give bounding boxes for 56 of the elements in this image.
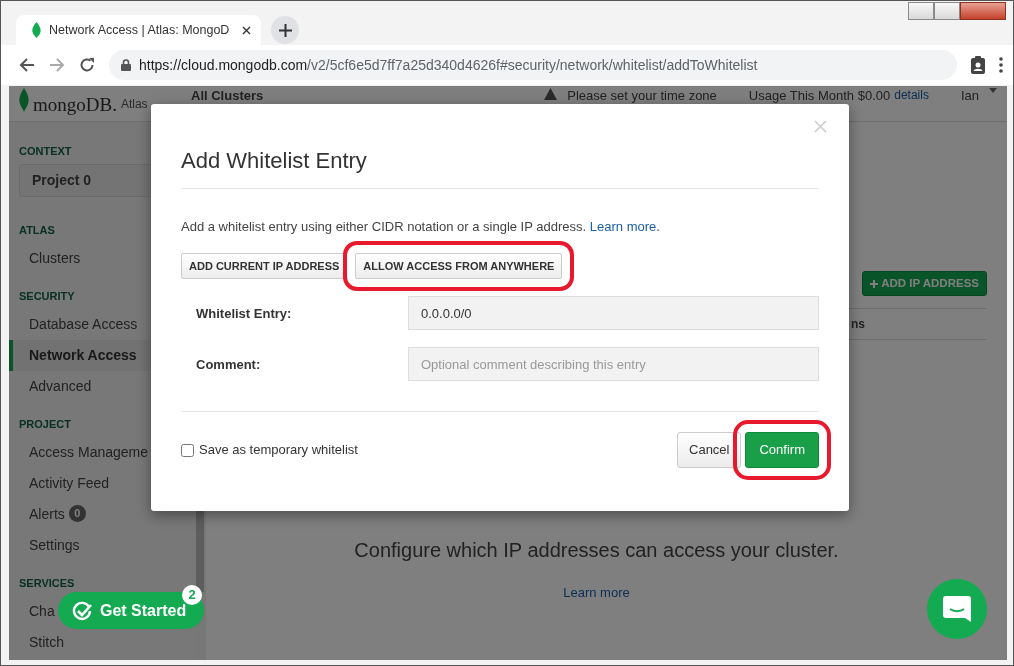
usage-text: Usage This Month $0.00 (748, 88, 891, 103)
leaf-icon (32, 22, 41, 38)
forward-icon[interactable] (49, 57, 65, 73)
nav-link[interactable]: All Clusters (191, 88, 264, 103)
sidebar-item[interactable]: Advanced (9, 371, 92, 402)
tab-title: Network Access | Atlas: MongoD (49, 21, 231, 39)
input-field[interactable]: Optional comment describing this entry (408, 347, 819, 382)
minimize-button[interactable] (908, 2, 934, 20)
checkbox-label: Save as temporary whitelist (199, 441, 358, 460)
cancel-button[interactable]: Cancel (677, 432, 742, 468)
sidebar-item[interactable]: Stitch (9, 627, 64, 658)
sidebar-item[interactable]: Clusters (9, 243, 81, 274)
reload-icon[interactable] (79, 57, 95, 73)
leaf-icon (19, 88, 29, 112)
section-heading: PROJECT (18, 418, 72, 431)
caret-icon (989, 88, 997, 93)
section-heading: ATLAS (18, 224, 56, 237)
warning-text[interactable]: Please set your time zone (567, 88, 717, 103)
description-text: Add a whitelist entry using either CIDR notation or a single IP address. Learn more. (181, 218, 661, 237)
column-header: ns (851, 317, 865, 332)
maximize-button[interactable] (934, 2, 960, 20)
new-tab-button[interactable] (271, 16, 299, 44)
user-menu[interactable]: Ian (960, 88, 979, 103)
add-ip-button[interactable]: ADD IP ADDRESS (862, 271, 987, 297)
browser-tab[interactable]: Network Access | Atlas: MongoD (16, 15, 261, 45)
section-heading: SERVICES (18, 577, 76, 590)
clipboard-icon[interactable] (971, 56, 985, 74)
empty-message: Configure which IP addresses can access your cluster. (354, 539, 839, 562)
lock-icon (121, 59, 131, 71)
input-field[interactable]: 0.0.0.0/0 (408, 296, 819, 331)
sidebar-item[interactable]: Access Manageme (9, 437, 149, 468)
plus-icon (278, 23, 292, 37)
field-label: Whitelist Entry: (196, 304, 293, 323)
modal-title: Add Whitelist Entry (181, 104, 819, 190)
chat-icon (943, 596, 971, 622)
menu-icon[interactable] (999, 57, 1003, 73)
sidebar-item[interactable]: Settings (9, 530, 80, 561)
plus-icon (870, 279, 879, 288)
address-bar[interactable]: https://cloud.mongodb.com/v2/5cf6e5d7ff7a25d340d4626f#security/network/whitelist/addToWhitelist (109, 50, 957, 80)
logo-suffix: Atlas (120, 97, 148, 112)
section-heading: SECURITY (18, 290, 76, 303)
field-label: Comment: (196, 355, 262, 374)
item-label[interactable]: Alerts (29, 506, 65, 522)
close-icon[interactable] (242, 25, 251, 35)
details-link[interactable]: details (894, 88, 929, 103)
count-badge: 0 (68, 505, 86, 522)
sidebar-item[interactable]: Activity Feed (9, 468, 110, 499)
close-button[interactable] (960, 2, 1006, 20)
section-heading: CONTEXT (18, 145, 73, 158)
warning-icon (544, 88, 558, 100)
temporary-checkbox[interactable] (181, 443, 194, 457)
learn-more-link[interactable]: Learn more (563, 585, 630, 601)
sidebar-item[interactable]: Database Access (9, 309, 138, 340)
sidebar-item[interactable]: Cha (9, 596, 55, 627)
check-circle-icon (72, 600, 92, 621)
back-icon[interactable] (19, 57, 35, 73)
